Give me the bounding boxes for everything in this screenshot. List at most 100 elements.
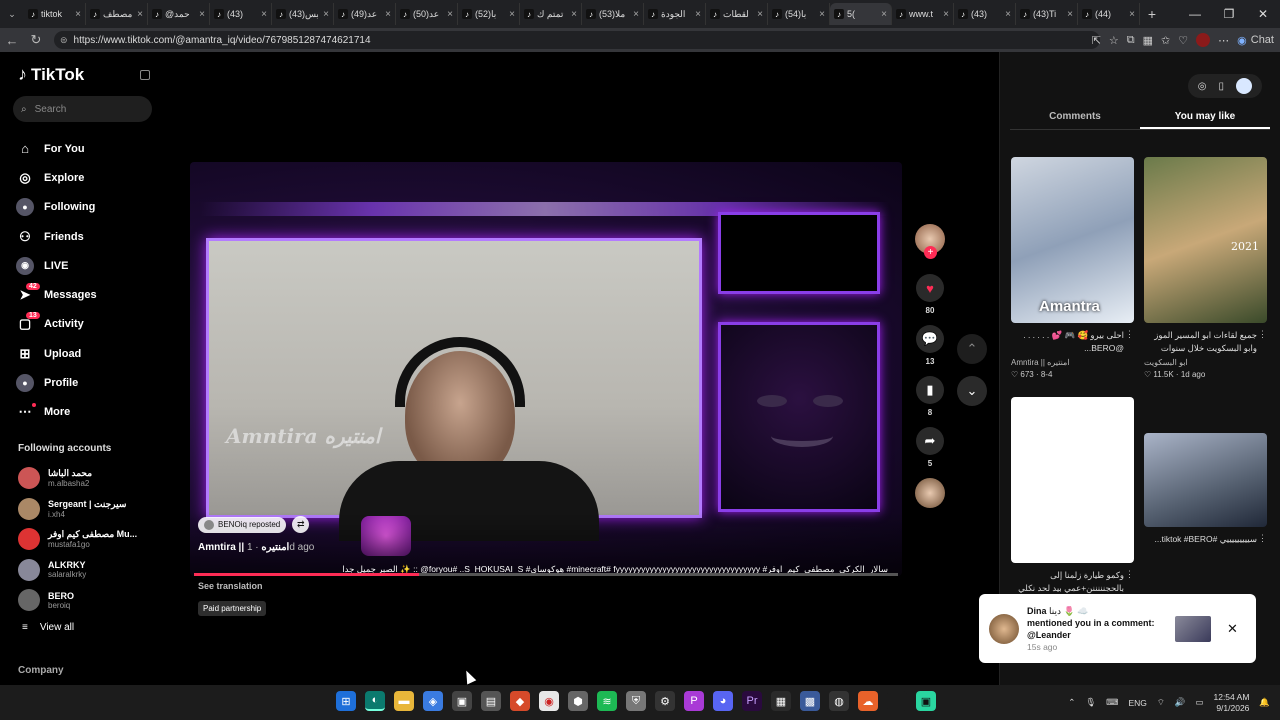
following-account[interactable]: محمد الباشا m.albasha2: [18, 463, 137, 494]
close-tab-icon[interactable]: ×: [199, 9, 205, 20]
shield-icon[interactable]: ⛨: [626, 691, 646, 711]
discord-icon[interactable]: ◕: [713, 691, 733, 711]
close-icon[interactable]: ✕: [1227, 621, 1238, 637]
minimize-icon[interactable]: —: [1178, 0, 1212, 28]
view-all-button[interactable]: ≡ View all: [22, 622, 74, 633]
device-icon[interactable]: ▯: [1218, 81, 1224, 92]
url-field[interactable]: ⊜ https://www.tiktok.com/@amantra_iq/vid…: [54, 31, 1100, 49]
close-tab-icon[interactable]: ×: [385, 9, 391, 20]
close-tab-icon[interactable]: ×: [261, 9, 267, 20]
blank-app-icon[interactable]: [887, 691, 907, 711]
video-thumbnail[interactable]: [1144, 433, 1267, 527]
browser-tab[interactable]: ♪ www.t ×: [892, 3, 954, 25]
bookmark-star-icon[interactable]: ☆: [1109, 34, 1119, 47]
close-tab-icon[interactable]: ×: [943, 9, 949, 20]
sidebar-item-more[interactable]: ⋯ More: [16, 398, 97, 427]
mention-notification[interactable]: Dina دينا 🌷 ☁️ mentioned you in a commen…: [979, 594, 1256, 663]
tab-comments[interactable]: Comments: [1010, 104, 1140, 129]
close-tab-icon[interactable]: ×: [695, 9, 701, 20]
more-options-icon[interactable]: ⋮: [1125, 329, 1134, 340]
card-author[interactable]: ابو البسكويت: [1144, 358, 1267, 367]
browser-tab[interactable]: ♪ (43) ×: [954, 3, 1016, 25]
browser-tab[interactable]: ♪ (43)يس ×: [272, 3, 334, 25]
see-translation-button[interactable]: See translation: [198, 581, 263, 591]
tab-actions-menu-icon[interactable]: ⌄: [0, 0, 24, 28]
copilot-chat-button[interactable]: ◉ Chat: [1237, 34, 1274, 47]
app-p-icon[interactable]: P: [684, 691, 704, 711]
close-tab-icon[interactable]: ×: [447, 9, 453, 20]
browser-tab[interactable]: ♪ مصطف ×: [86, 3, 148, 25]
close-tab-icon[interactable]: ×: [571, 9, 577, 20]
search-input[interactable]: ⌕ Search: [13, 96, 152, 122]
browser-tab[interactable]: ♪ لقطات ×: [706, 3, 768, 25]
obs-icon[interactable]: ◍: [829, 691, 849, 711]
browser-tab[interactable]: ♪ (43) ×: [210, 3, 272, 25]
package-icon[interactable]: ⬢: [568, 691, 588, 711]
browser-tab[interactable]: ♪ الجودة ×: [644, 3, 706, 25]
video-thumbnail[interactable]: Amantra: [1011, 157, 1134, 323]
browser-tab[interactable]: ♪ (50)عد ×: [396, 3, 458, 25]
calculator-icon[interactable]: ▤: [481, 691, 501, 711]
following-account[interactable]: BERO beroiq: [18, 585, 137, 616]
following-account[interactable]: مصطفى كيم اوفر Mu... mustafa1go: [18, 524, 137, 555]
clock[interactable]: 12:54 AM 9/1/2026: [1213, 692, 1249, 714]
close-tab-icon[interactable]: ×: [509, 9, 515, 20]
close-tab-icon[interactable]: ×: [819, 9, 825, 20]
video-card[interactable]: سيييييييييي #tiktok #BERO... ⋮: [1144, 433, 1267, 559]
gear-icon[interactable]: ⚙: [655, 691, 675, 711]
browser-tab[interactable]: ♪ 5(×: [830, 3, 892, 25]
browser-tab[interactable]: ♪ tiktok ×: [24, 3, 86, 25]
video-author[interactable]: Amntira || امنتيره · 1d ago: [198, 542, 314, 553]
back-icon[interactable]: ←: [0, 33, 24, 48]
sidebar-item-following[interactable]: ● Following: [16, 193, 97, 222]
collapse-sidebar-icon[interactable]: [140, 70, 150, 80]
next-video-button[interactable]: ⌄: [957, 376, 987, 406]
more-options-icon[interactable]: ⋮: [1125, 569, 1134, 580]
close-tab-icon[interactable]: ×: [323, 9, 329, 20]
sidebar-item-for-you[interactable]: ⌂ For You: [16, 134, 97, 163]
favorites-icon[interactable]: ✩: [1161, 34, 1170, 47]
edge-browser-icon[interactable]: ◐: [365, 691, 385, 711]
coins-icon[interactable]: ◎: [1198, 81, 1207, 92]
close-tab-icon[interactable]: ×: [757, 9, 763, 20]
sidebar-item-friends[interactable]: ⚇ Friends: [16, 222, 97, 251]
brave-icon[interactable]: ◆: [510, 691, 530, 711]
browser-tab[interactable]: ♪ (54)با ×: [768, 3, 830, 25]
video-card[interactable]: Amantra احلى بيرو 🥰 🎮 💕 . . . . . . @BERO…: [1011, 157, 1134, 379]
close-tab-icon[interactable]: ×: [633, 9, 639, 20]
browser-tab[interactable]: ♪ (43)Ti ×: [1016, 3, 1078, 25]
repost-badge[interactable]: BENOiq reposted: [198, 516, 287, 533]
site-info-icon[interactable]: ⊜: [60, 35, 68, 46]
sidebar-item-live[interactable]: ◉ LIVE: [16, 251, 97, 280]
reload-icon[interactable]: ↻: [24, 32, 48, 48]
spotify-icon[interactable]: ≋: [597, 691, 617, 711]
new-tab-button[interactable]: +: [1140, 6, 1164, 22]
music-disc[interactable]: [915, 478, 945, 508]
remote-desktop-icon[interactable]: ▩: [800, 691, 820, 711]
browser-tab[interactable]: ♪ تمتم ك ×: [520, 3, 582, 25]
tiktok-logo[interactable]: ♪ TikTok: [18, 64, 84, 85]
previous-video-button[interactable]: ⌃: [957, 334, 987, 364]
copilot-shield-icon[interactable]: ♡: [1178, 34, 1188, 47]
store-icon[interactable]: ▣: [452, 691, 472, 711]
video-progress-bar[interactable]: [194, 573, 898, 576]
creator-avatar[interactable]: +: [915, 224, 945, 259]
profile-avatar[interactable]: [1196, 33, 1211, 47]
user-avatar[interactable]: [1236, 78, 1252, 94]
close-tab-icon[interactable]: ×: [1067, 9, 1073, 20]
sidebar-item-messages[interactable]: ➤ 42 Messages: [16, 280, 97, 309]
volume-icon[interactable]: 🔊: [1175, 697, 1186, 708]
comment-button[interactable]: 💬: [916, 325, 944, 353]
split-screen-icon[interactable]: ▦: [1143, 34, 1153, 47]
file-explorer-icon[interactable]: ▬: [394, 691, 414, 711]
tab-you-may-like[interactable]: You may like: [1140, 104, 1270, 129]
copilot-app-icon[interactable]: ◈: [423, 691, 443, 711]
maximize-icon[interactable]: ❐: [1212, 0, 1246, 28]
follow-plus-icon[interactable]: +: [924, 246, 937, 259]
tray-chevron-icon[interactable]: ⌃: [1068, 697, 1075, 708]
following-account[interactable]: ALKRKY salaralkrky: [18, 555, 137, 586]
browser-tab[interactable]: ♪ @حمد ×: [148, 3, 210, 25]
sidebar-item-upload[interactable]: ⊞ Upload: [16, 339, 97, 368]
browser-tab[interactable]: ♪ (49)عد ×: [334, 3, 396, 25]
start-windows-icon[interactable]: ⊞: [336, 691, 356, 711]
